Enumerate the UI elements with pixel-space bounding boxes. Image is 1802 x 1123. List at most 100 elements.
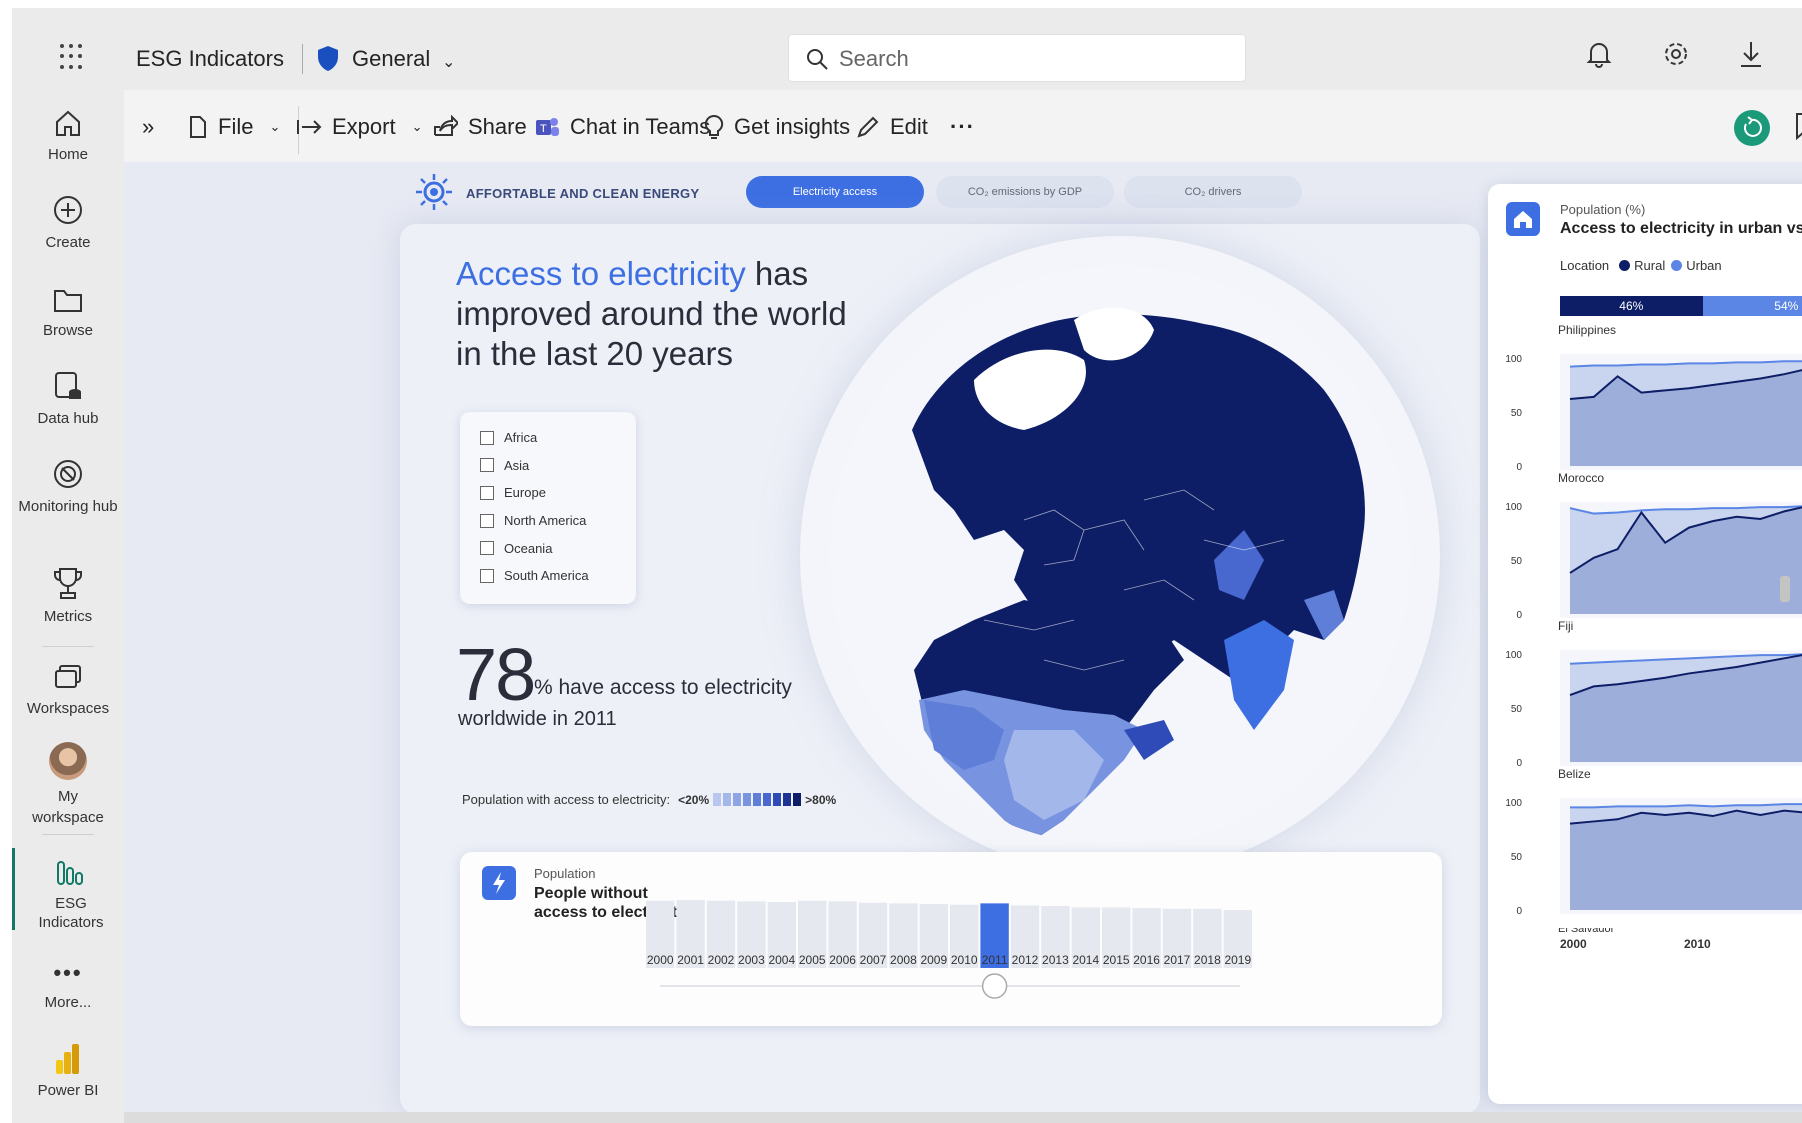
y-tick-label: 100 bbox=[1505, 354, 1522, 365]
y-tick-label: 0 bbox=[1516, 758, 1522, 769]
year-label: 2003 bbox=[738, 953, 765, 967]
workspace-name[interactable]: General bbox=[352, 46, 430, 72]
powerbi-window: ESG Indicators General ⌄ Home Create Bro… bbox=[12, 8, 1802, 1123]
nav-browse[interactable]: Browse bbox=[12, 274, 124, 341]
headline-highlight: Access to electricity bbox=[456, 255, 746, 292]
top-bar: ESG Indicators General ⌄ bbox=[12, 8, 1802, 90]
app-title[interactable]: ESG Indicators bbox=[136, 46, 284, 72]
nav-create[interactable]: Create bbox=[12, 186, 124, 253]
y-tick-label: 100 bbox=[1505, 502, 1522, 513]
nav-home[interactable]: Home bbox=[12, 98, 124, 165]
filter-label: Asia bbox=[504, 457, 530, 473]
shield-icon bbox=[318, 46, 338, 71]
filter-label: Oceania bbox=[504, 540, 553, 556]
region-filter: Africa Asia Europe North America Oceania… bbox=[460, 412, 636, 604]
monitoring-icon bbox=[54, 460, 82, 488]
filter-asia[interactable]: Asia bbox=[480, 452, 636, 480]
nav-divider bbox=[42, 834, 94, 835]
filter-label: Europe bbox=[504, 485, 546, 501]
workspaces-icon bbox=[55, 665, 81, 688]
small-multiples: Philippines 0 50 100 Morocco 0 50 100 Fiji 0 50 100… bbox=[1505, 323, 1802, 951]
checkbox[interactable] bbox=[480, 458, 494, 473]
checkbox[interactable] bbox=[480, 430, 494, 445]
nav-label: Create bbox=[45, 234, 91, 251]
year-label: 2009 bbox=[920, 953, 947, 967]
nav-monitoring-hub[interactable]: Monitoring hub bbox=[12, 450, 124, 517]
year-label: 2016 bbox=[1133, 953, 1160, 967]
gear-icon[interactable] bbox=[1662, 40, 1690, 68]
timeline-chart[interactable]: 2000 2001 2002 2003 2004 2005 2006 2007 2008 2009… bbox=[460, 852, 1442, 1026]
legend-low: <20% bbox=[678, 792, 710, 807]
chat-in-teams-button[interactable]: T Chat in Teams bbox=[534, 114, 710, 140]
filter-south-america[interactable]: South America bbox=[480, 562, 636, 590]
y-tick-label: 100 bbox=[1505, 798, 1522, 809]
year-label: 2018 bbox=[1194, 953, 1221, 967]
nav-data-hub[interactable]: Data hub bbox=[12, 362, 124, 429]
rural-area bbox=[1570, 810, 1802, 910]
search-box[interactable] bbox=[788, 34, 1246, 82]
timeline-card: Population People without access to elec… bbox=[460, 852, 1442, 1026]
year-label: 2013 bbox=[1042, 953, 1069, 967]
teams-icon: T bbox=[536, 118, 559, 136]
chat-label: Chat in Teams bbox=[570, 114, 711, 139]
nav-label: Home bbox=[47, 146, 88, 163]
get-insights-button[interactable]: Get insights bbox=[704, 114, 850, 140]
refresh-button[interactable] bbox=[1734, 110, 1770, 146]
avatar bbox=[49, 742, 87, 780]
year-slider-handle[interactable] bbox=[981, 973, 1008, 999]
nav-divider bbox=[42, 646, 94, 647]
file-menu[interactable]: File ⌄ bbox=[188, 114, 280, 140]
legend-label: Population with access to electricity: bbox=[462, 792, 671, 807]
expand-icon[interactable]: » bbox=[142, 114, 154, 140]
panel-scrollbar[interactable] bbox=[1780, 576, 1790, 602]
chevron-down-icon: ⌄ bbox=[411, 119, 423, 134]
checkbox[interactable] bbox=[480, 513, 494, 528]
more-options-icon[interactable]: ··· bbox=[950, 114, 975, 140]
nav-label: Metrics bbox=[43, 608, 93, 625]
chevron-down-icon[interactable]: ⌄ bbox=[442, 52, 455, 72]
map-legend: Population with access to electricity: <… bbox=[462, 792, 836, 807]
y-tick-label: 50 bbox=[1511, 408, 1523, 419]
bell-icon[interactable] bbox=[1586, 40, 1612, 68]
filter-label: South America bbox=[504, 568, 589, 584]
tab-co2-drivers[interactable]: CO₂ drivers bbox=[1124, 176, 1302, 208]
filter-oceania[interactable]: Oceania bbox=[480, 534, 636, 562]
nav-more[interactable]: ••• More... bbox=[12, 946, 124, 1013]
checkbox[interactable] bbox=[480, 485, 494, 500]
globe-map[interactable] bbox=[824, 260, 1416, 852]
title-divider bbox=[302, 44, 303, 74]
lightbulb-icon bbox=[704, 114, 724, 139]
nav-esg-indicators[interactable]: ESG Indicators bbox=[12, 848, 124, 931]
download-icon[interactable] bbox=[1738, 40, 1764, 68]
powerbi-icon bbox=[56, 1044, 79, 1074]
left-nav: Home Create Browse Data hub Monitoring h… bbox=[12, 90, 124, 1123]
tab-electricity-access[interactable]: Electricity access bbox=[746, 176, 924, 208]
nav-label: ESG Indicators bbox=[38, 895, 104, 931]
tab-co2-emissions[interactable]: CO₂ emissions by GDP bbox=[936, 176, 1114, 208]
nav-my-workspace[interactable]: My workspace bbox=[12, 740, 124, 828]
export-icon bbox=[297, 120, 322, 134]
kpi-value: 78 bbox=[456, 633, 536, 716]
export-menu[interactable]: Export ⌄ bbox=[296, 114, 423, 140]
filter-north-america[interactable]: North America bbox=[480, 507, 636, 535]
home-icon bbox=[56, 110, 80, 136]
checkbox[interactable] bbox=[480, 541, 494, 556]
year-label: 2006 bbox=[829, 953, 856, 967]
app-launcher-icon[interactable] bbox=[60, 44, 86, 70]
search-input[interactable] bbox=[839, 45, 1219, 73]
nav-metrics[interactable]: Metrics bbox=[12, 560, 124, 627]
svg-text:T: T bbox=[540, 123, 547, 135]
folder-icon bbox=[54, 290, 82, 312]
filter-africa[interactable]: Africa bbox=[480, 424, 636, 452]
nav-label: Monitoring hub bbox=[18, 498, 118, 515]
nav-workspaces[interactable]: Workspaces bbox=[12, 652, 124, 719]
checkbox[interactable] bbox=[480, 568, 494, 583]
nav-power-bi[interactable]: Power BI bbox=[12, 1034, 124, 1101]
share-button[interactable]: Share bbox=[432, 114, 527, 140]
y-tick-label: 0 bbox=[1516, 462, 1522, 473]
country-title: Fiji bbox=[1558, 619, 1573, 633]
refresh-icon bbox=[1743, 116, 1762, 137]
filter-europe[interactable]: Europe bbox=[480, 479, 636, 507]
bookmark-icon[interactable] bbox=[1794, 112, 1802, 140]
edit-button[interactable]: Edit bbox=[856, 114, 928, 140]
